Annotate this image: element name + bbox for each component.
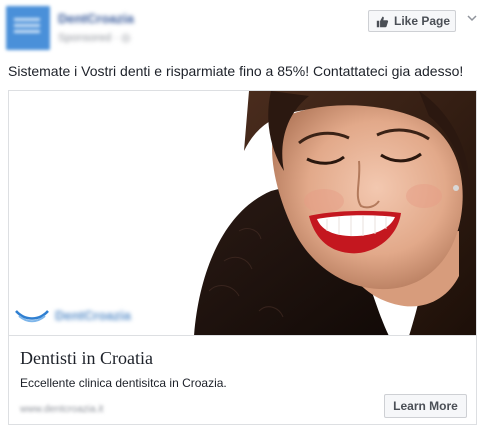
logo-text: DentCroazia: [55, 307, 131, 323]
link-domain: www.dentcroazia.it: [20, 404, 104, 415]
post-message: Sistemate i Vostri denti e risparmiate f…: [8, 63, 464, 79]
clinic-logo: DentCroazia: [15, 303, 131, 327]
sponsored-text: Sponsored ·: [58, 32, 121, 44]
chevron-down-icon[interactable]: [466, 12, 478, 24]
link-title[interactable]: Dentisti in Croatia: [20, 348, 153, 369]
clinic-logo-icon: [14, 18, 40, 21]
sponsored-post-card: DentCroazia Sponsored · ◎ Like Page Sist…: [0, 0, 483, 435]
learn-more-button[interactable]: Learn More: [384, 394, 467, 418]
like-page-button[interactable]: Like Page: [368, 10, 456, 32]
link-description: Eccellente clinica dentisitca in Croazia…: [20, 376, 227, 390]
like-page-label: Like Page: [394, 14, 451, 28]
globe-icon: ◎: [120, 32, 131, 44]
page-name-link[interactable]: DentCroazia: [58, 11, 134, 26]
link-preview[interactable]: Dentisti in Croatia Eccellente clinica d…: [8, 335, 477, 425]
smiling-woman-photo: [9, 91, 476, 335]
ad-image[interactable]: DentCroazia: [8, 90, 477, 335]
page-avatar[interactable]: [6, 6, 50, 50]
smile-logo-icon: [15, 310, 49, 323]
sponsored-label: Sponsored · ◎: [58, 31, 131, 44]
thumbs-up-icon: [376, 16, 389, 27]
